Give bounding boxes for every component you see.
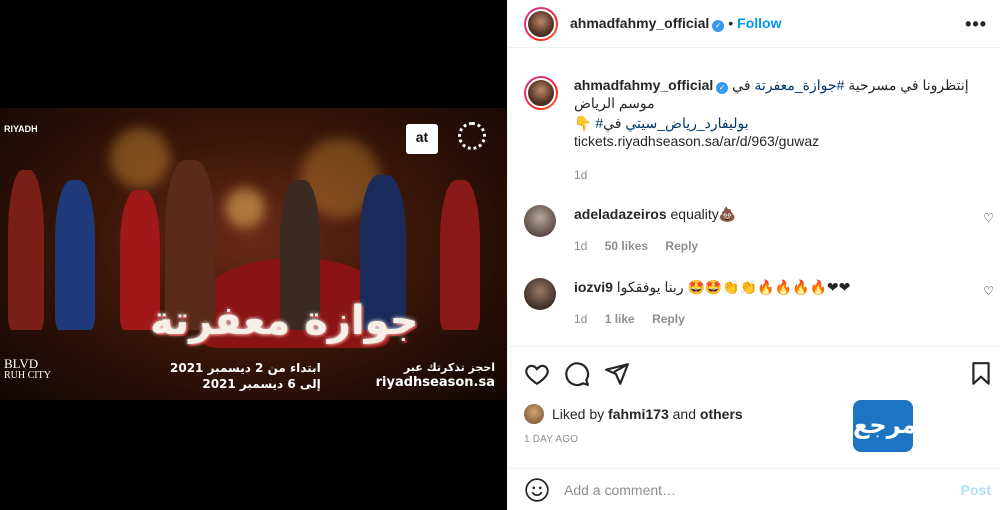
comment-username[interactable]: iozvi9 bbox=[574, 279, 613, 295]
liked-others-link[interactable]: others bbox=[700, 406, 743, 422]
commenter-avatar[interactable] bbox=[524, 205, 556, 237]
caption-line2: 👇 #بوليفارد_رياض_سيتي في bbox=[574, 115, 749, 131]
poster-title: جوازة معفرتة bbox=[150, 298, 419, 344]
liker-avatar[interactable] bbox=[524, 404, 544, 424]
site-watermark: المرجع bbox=[853, 400, 935, 452]
caption-time[interactable]: 1d bbox=[574, 166, 587, 184]
poster-dates: ابتداء من 2 ديسمبر 2021 إلى 6 ديسمبر 202… bbox=[170, 361, 321, 391]
poster-booking: احجز تذكرتك عبر riyadhseason.sa bbox=[375, 361, 495, 390]
post-timestamp[interactable]: 1 DAY AGO bbox=[524, 434, 578, 445]
comment-icon[interactable] bbox=[564, 361, 590, 387]
like-icon[interactable] bbox=[524, 361, 550, 387]
comment-likes[interactable]: 1 like bbox=[605, 312, 635, 326]
share-icon[interactable] bbox=[604, 361, 630, 387]
comment-like-icon[interactable]: ♡ bbox=[983, 211, 994, 225]
header-username[interactable]: ahmadfahmy_official bbox=[570, 15, 709, 31]
commenter-avatar[interactable] bbox=[524, 278, 556, 310]
follow-button[interactable]: Follow bbox=[737, 15, 781, 31]
emoji-icon[interactable] bbox=[524, 477, 550, 503]
liker-username[interactable]: fahmi173 bbox=[608, 406, 669, 422]
comment-meta: 1d 50 likes Reply bbox=[574, 239, 698, 253]
post-header: ahmadfahmy_official ✓ • Follow ••• bbox=[508, 0, 1000, 48]
poster-image: RIYADH at جوازة معفرتة ابتداء من 2 ديسمب… bbox=[0, 108, 507, 400]
comment-likes[interactable]: 50 likes bbox=[605, 239, 648, 253]
separator-dot: • bbox=[728, 15, 734, 31]
riyadh-logo: RIYADH bbox=[4, 124, 38, 134]
comment-text: adeladazeiros equality💩 bbox=[574, 206, 737, 222]
author-avatar[interactable] bbox=[524, 7, 558, 41]
authority-logo bbox=[458, 122, 486, 150]
verified-icon: ✓ bbox=[716, 82, 729, 94]
verified-icon: ✓ bbox=[712, 20, 725, 32]
caption-avatar[interactable] bbox=[524, 76, 558, 110]
caption-link[interactable]: tickets.riyadhseason.sa/ar/d/963/guwaz bbox=[574, 132, 992, 150]
action-bar bbox=[508, 346, 1000, 396]
more-options-icon[interactable]: ••• bbox=[965, 14, 987, 35]
comment-time[interactable]: 1d bbox=[574, 239, 587, 253]
post-sidebar: ahmadfahmy_official ✓ • Follow ••• ahmadfah… bbox=[507, 0, 1000, 510]
hashtag-link[interactable]: #جوازة_معفرتة bbox=[754, 77, 844, 93]
comment-meta: 1d 1 like Reply bbox=[574, 312, 685, 326]
comment-like-icon[interactable]: ♡ bbox=[983, 284, 994, 298]
comment-text: iozvi9 ربنا يوفقكوا 🤩🤩👏👏🔥🔥🔥🔥❤❤ bbox=[574, 279, 851, 295]
reply-button[interactable]: Reply bbox=[652, 312, 685, 326]
post-button[interactable]: Post bbox=[961, 482, 991, 498]
comment-time[interactable]: 1d bbox=[574, 312, 587, 326]
comment-username[interactable]: adeladazeiros bbox=[574, 206, 667, 222]
at-logo: at bbox=[406, 124, 438, 154]
save-bookmark-icon[interactable] bbox=[968, 361, 994, 387]
post-media[interactable]: RIYADH at جوازة معفرتة ابتداء من 2 ديسمب… bbox=[0, 0, 507, 510]
caption-username[interactable]: ahmadfahmy_official bbox=[574, 77, 713, 93]
add-comment-bar: Add a comment… Post bbox=[508, 468, 1000, 510]
comment-input[interactable]: Add a comment… bbox=[564, 482, 676, 498]
blvd-logo: BLVD RUH CITY bbox=[4, 356, 51, 381]
reply-button[interactable]: Reply bbox=[665, 239, 698, 253]
